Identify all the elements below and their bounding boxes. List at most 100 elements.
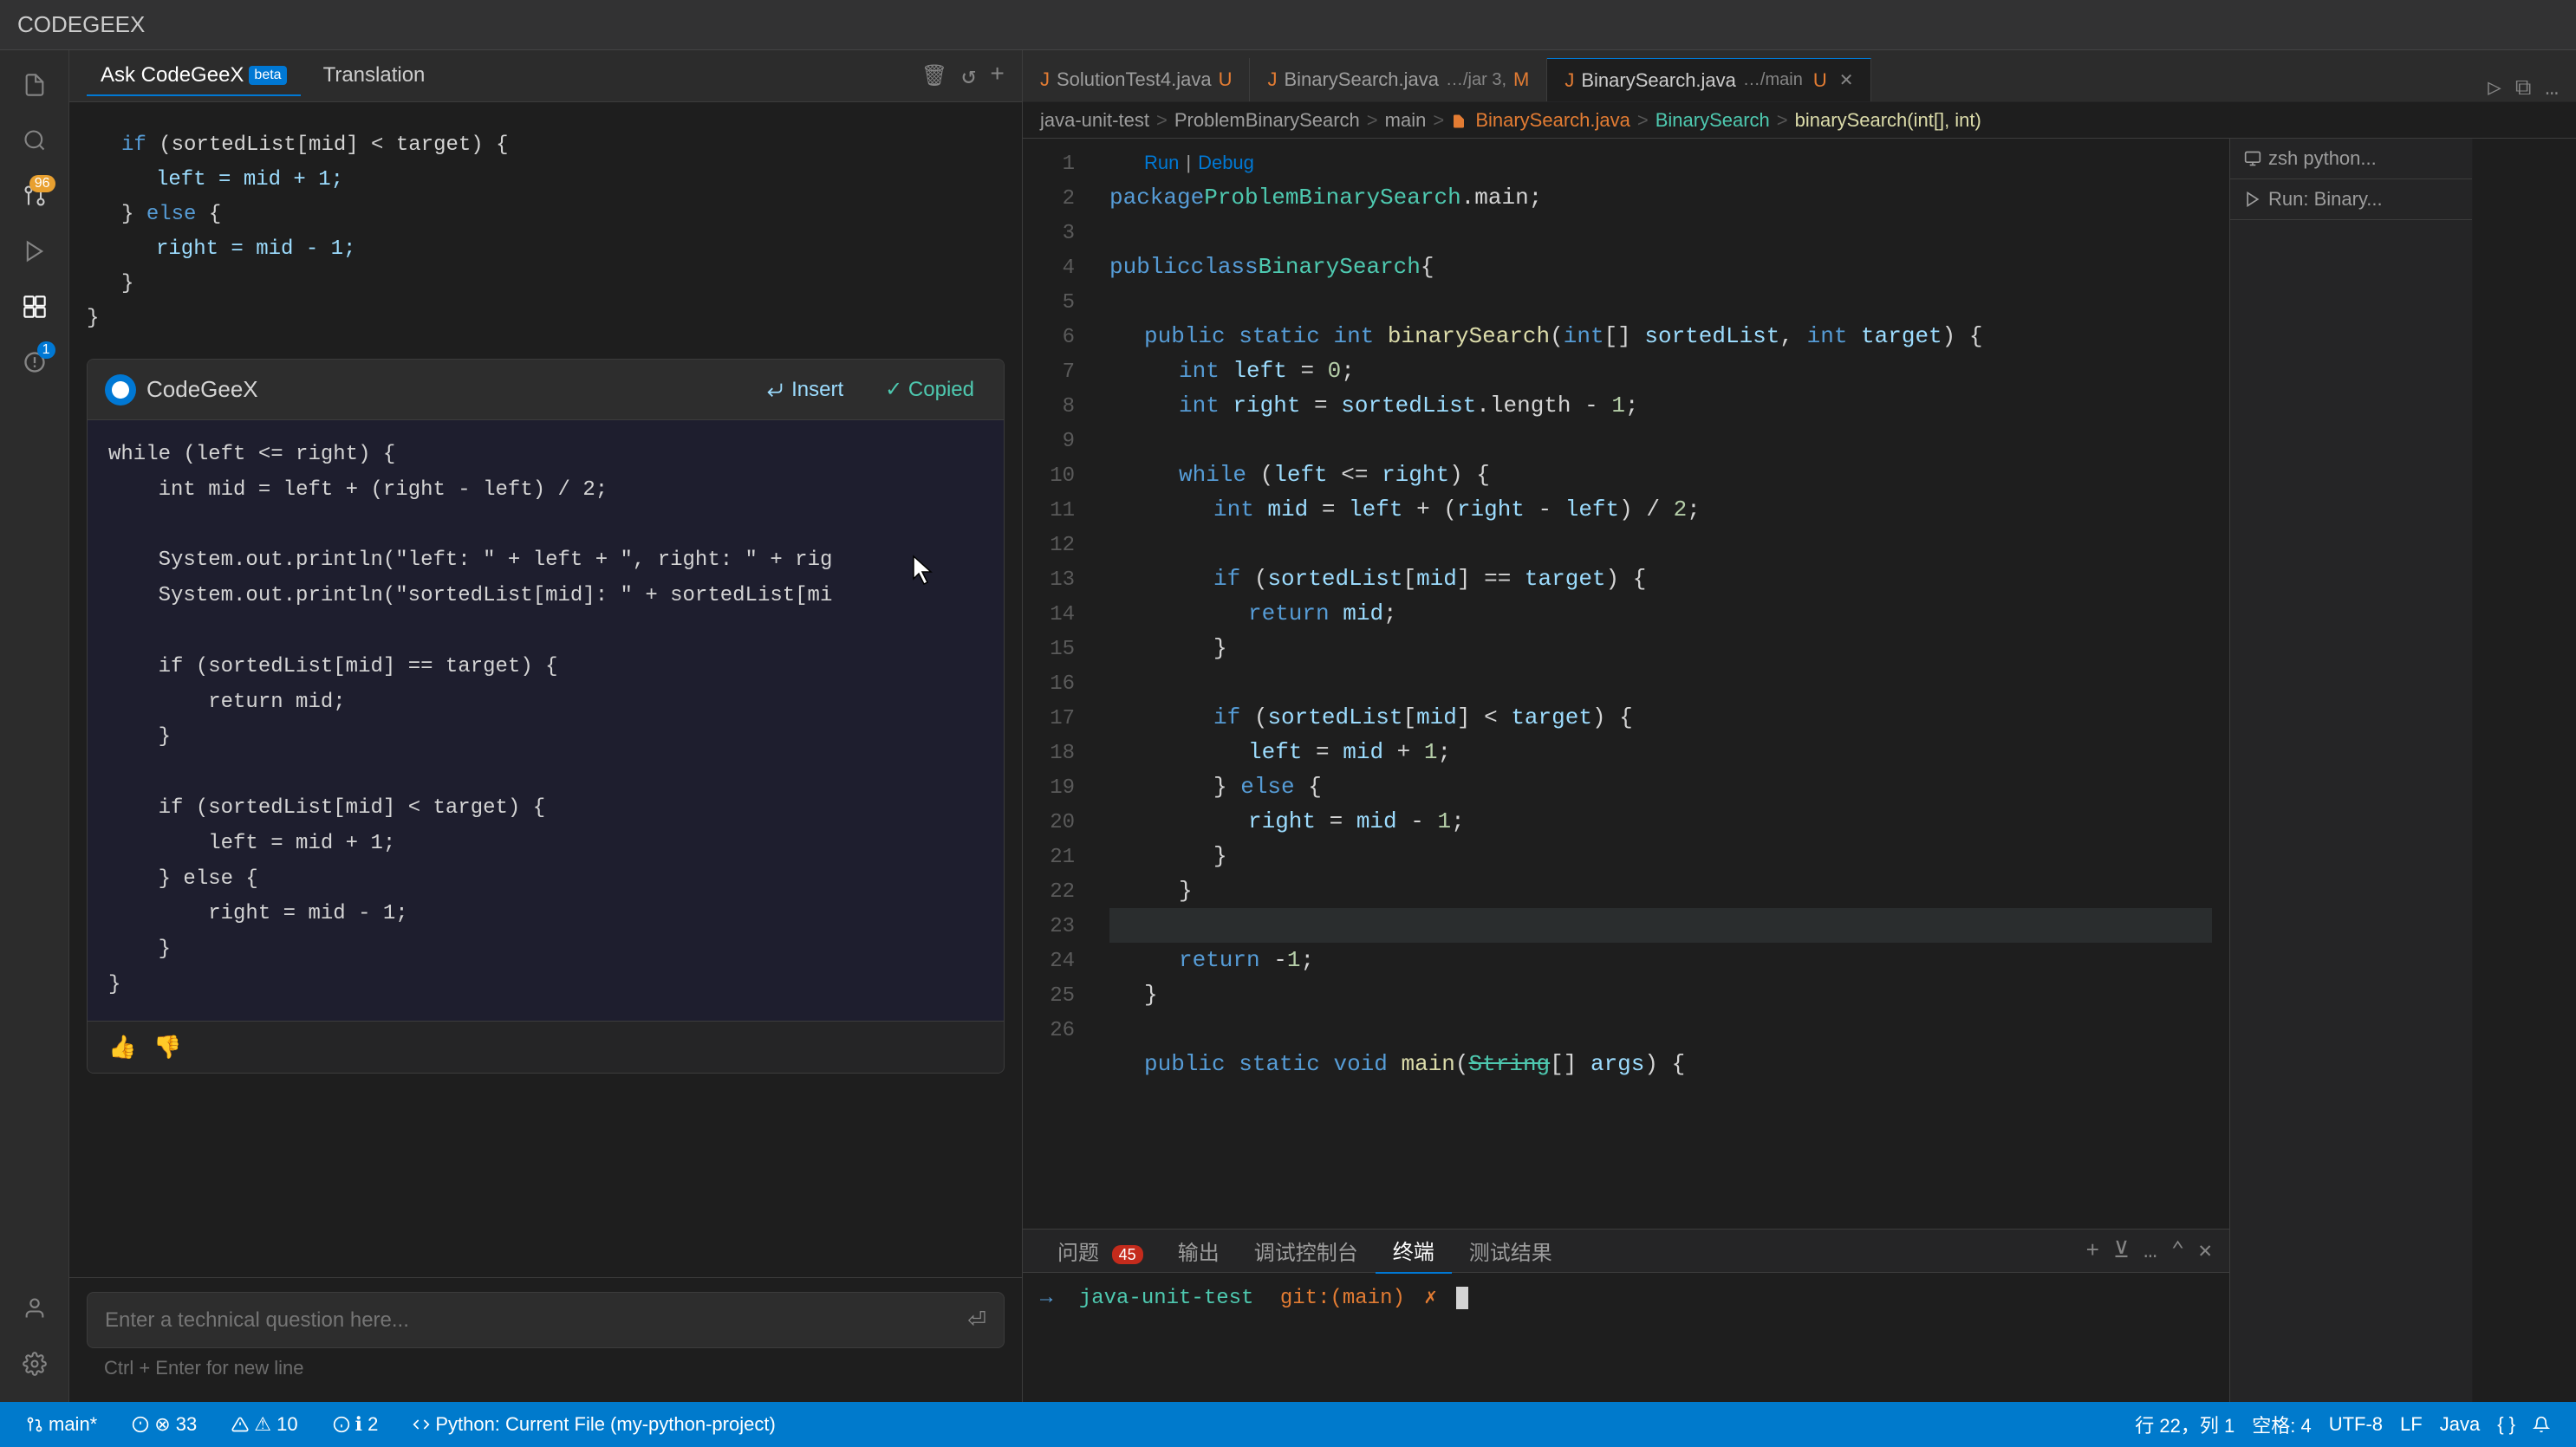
code-line-7: int right = sortedList.length - 1;	[1109, 388, 2212, 423]
code-line-13: return mid;	[1109, 596, 2212, 631]
terminal-more-icon[interactable]: …	[2143, 1238, 2157, 1264]
line-num-19: 19	[1023, 771, 1075, 806]
bc-project[interactable]: java-unit-test	[1040, 109, 1149, 132]
terminal-panel: 问题 45 输出 调试控制台 终端 测试结果	[1023, 1229, 2229, 1402]
tab-translation[interactable]: Translation	[309, 56, 439, 96]
code-line-25	[1109, 1012, 2212, 1047]
delete-icon[interactable]: 🗑	[921, 63, 947, 89]
editor-tabs: J SolutionTest4.java U J BinarySearch.ja…	[1023, 50, 2576, 102]
code-editor: 1 2 3 4 5 6 7 8 9 10 11 12 13 14	[1023, 139, 2229, 1229]
terminal-cursor	[1456, 1287, 1468, 1309]
terminal-split-icon[interactable]: ⊻	[2113, 1237, 2130, 1264]
insert-button[interactable]: Insert	[753, 373, 855, 407]
zsh-panel[interactable]: zsh python...	[2230, 139, 2472, 179]
source-control-icon[interactable]: 96	[9, 170, 61, 222]
status-line-ending[interactable]: LF	[2391, 1402, 2431, 1447]
refresh-icon[interactable]: ↺	[961, 61, 976, 91]
debug-link[interactable]: Debug	[1198, 148, 1254, 178]
tab-ask-codegeex[interactable]: Ask CodeGeeX beta	[87, 56, 301, 96]
code-original-line-5: }	[87, 267, 1005, 302]
code-line-11	[1109, 527, 2212, 561]
code-original-line-3: } else {	[87, 198, 1005, 232]
card-actions: Insert ✓ Copied	[753, 372, 986, 407]
new-terminal-icon[interactable]: +	[2085, 1238, 2099, 1264]
tab-close-icon[interactable]: ✕	[1839, 69, 1854, 91]
line-num-4: 4	[1023, 251, 1075, 286]
code-line-12: if (sortedList[mid] == target) {	[1109, 561, 2212, 596]
send-icon[interactable]: ⏎	[967, 1307, 986, 1333]
settings-icon[interactable]	[9, 1338, 61, 1390]
run-editor-icon[interactable]: ▷	[2488, 75, 2501, 101]
search-icon[interactable]	[9, 114, 61, 166]
copied-button[interactable]: ✓ Copied	[873, 372, 986, 407]
thumbs-up-button[interactable]: 👍	[108, 1034, 136, 1061]
terminal-tab-problems[interactable]: 问题 45	[1040, 1229, 1161, 1273]
left-input-area: ⏎ Ctrl + Enter for new line	[69, 1277, 1022, 1402]
split-editor-icon[interactable]: ⧉	[2515, 75, 2532, 101]
question-input[interactable]	[105, 1308, 967, 1333]
status-errors[interactable]: ⊗ 33	[123, 1402, 205, 1447]
status-branch[interactable]: main*	[17, 1402, 106, 1447]
status-language[interactable]: Java	[2431, 1402, 2488, 1447]
status-python[interactable]: Python: Current File (my-python-project)	[404, 1402, 784, 1447]
java-icon-3: J	[1564, 69, 1574, 92]
status-notification[interactable]	[2524, 1402, 2559, 1447]
titlebar: CODEGEEX	[0, 0, 2576, 50]
terminal-close-icon[interactable]: ✕	[2198, 1237, 2212, 1264]
tab-binary-search-main[interactable]: J BinarySearch.java …/main U ✕	[1547, 58, 1871, 101]
terminal-tab-terminal[interactable]: 终端	[1376, 1228, 1452, 1274]
line-num-25: 25	[1023, 979, 1075, 1014]
tab-solution-test[interactable]: J SolutionTest4.java U	[1023, 58, 1250, 101]
bc-main[interactable]: main	[1385, 109, 1427, 132]
code-line-2	[1109, 215, 2212, 250]
codegeex-icon[interactable]: 1	[9, 336, 61, 388]
code-line-14: }	[1109, 631, 2212, 665]
line-num-16: 16	[1023, 667, 1075, 702]
terminal-tab-debug[interactable]: 调试控制台	[1237, 1229, 1376, 1273]
extensions-icon[interactable]	[9, 281, 61, 333]
line-num-3: 3	[1023, 217, 1075, 251]
status-warnings[interactable]: ⚠ 10	[223, 1402, 306, 1447]
status-info[interactable]: ℹ 2	[324, 1402, 387, 1447]
generated-code: while (left <= right) { int mid = left +…	[108, 438, 983, 1003]
bc-method[interactable]: binarySearch(int[], int)	[1795, 109, 1981, 132]
bc-class-name[interactable]: BinarySearch	[1656, 109, 1770, 132]
line-numbers: 1 2 3 4 5 6 7 8 9 10 11 12 13 14	[1023, 139, 1092, 1229]
java-icon-1: J	[1040, 68, 1050, 91]
bc-file[interactable]: BinarySearch.java	[1451, 109, 1630, 132]
more-actions-icon[interactable]: …	[2545, 75, 2559, 101]
code-line-15	[1109, 665, 2212, 700]
code-line-6: int left = 0;	[1109, 354, 2212, 388]
code-line-19: right = mid - 1;	[1109, 804, 2212, 839]
add-icon[interactable]: +	[990, 62, 1005, 89]
status-right: 行 22，列 1 空格: 4 UTF-8 LF Java { }	[2126, 1402, 2559, 1447]
terminal-line-1: → java-unit-test git:(main) ✗	[1040, 1282, 2212, 1317]
status-line-col[interactable]: 行 22，列 1	[2126, 1402, 2243, 1447]
status-encoding[interactable]: UTF-8	[2320, 1402, 2391, 1447]
line-num-21: 21	[1023, 840, 1075, 875]
feedback-row: 👍 👎	[88, 1021, 1004, 1073]
statusbar: main* ⊗ 33 ⚠ 10 ℹ 2 Python: Current File…	[0, 1402, 2576, 1447]
code-line-22	[1109, 908, 2212, 943]
run-panel[interactable]: Run: Binary...	[2230, 179, 2472, 220]
thumbs-down-button[interactable]: 👎	[153, 1034, 181, 1061]
code-line-8	[1109, 423, 2212, 457]
code-line-3: public class BinarySearch {	[1109, 250, 2212, 284]
tab-binary-search-jar[interactable]: J BinarySearch.java …/jar 3, M	[1250, 58, 1547, 101]
code-line-26: public static void main(String[] args) {	[1109, 1047, 2212, 1081]
line-num-23: 23	[1023, 910, 1075, 944]
status-spaces[interactable]: 空格: 4	[2243, 1402, 2319, 1447]
line-num-20: 20	[1023, 806, 1075, 840]
terminal-maximize-icon[interactable]: ⌃	[2171, 1237, 2185, 1264]
terminal-tab-test[interactable]: 测试结果	[1452, 1229, 1570, 1273]
run-icon[interactable]	[9, 225, 61, 277]
terminal-tab-output[interactable]: 输出	[1161, 1229, 1237, 1273]
status-format[interactable]: { }	[2488, 1402, 2524, 1447]
line-num-26: 26	[1023, 1014, 1075, 1048]
right-panel: J SolutionTest4.java U J BinarySearch.ja…	[1023, 50, 2576, 1402]
bc-folder[interactable]: ProblemBinarySearch	[1174, 109, 1360, 132]
account-icon[interactable]	[9, 1282, 61, 1334]
run-link[interactable]: Run	[1144, 148, 1179, 178]
files-icon[interactable]	[9, 59, 61, 111]
code-line-18: } else {	[1109, 769, 2212, 804]
